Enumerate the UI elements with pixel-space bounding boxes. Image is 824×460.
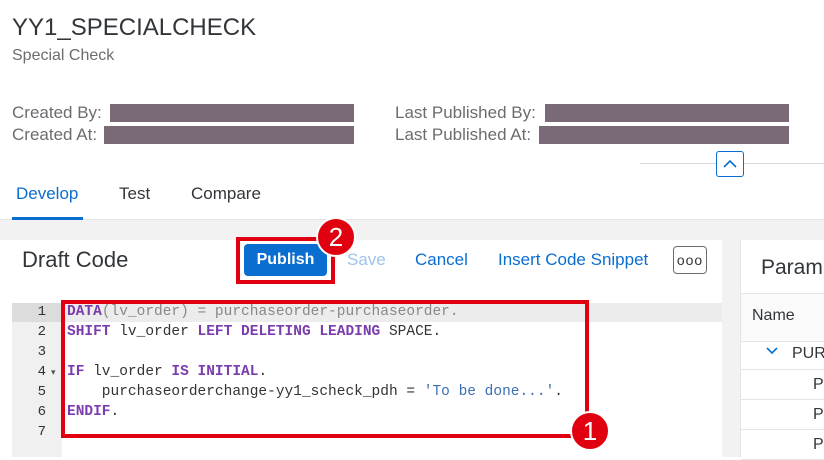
insert-code-snippet-button[interactable]: Insert Code Snippet [498, 250, 648, 270]
row-label: P [813, 376, 824, 393]
column-header-name: Name [752, 307, 795, 324]
collapse-header-button[interactable] [716, 151, 744, 177]
save-button[interactable]: Save [347, 250, 386, 270]
content-background [0, 220, 824, 240]
chevron-down-icon[interactable] [765, 344, 779, 361]
created-by-label: Created By: [12, 103, 102, 122]
line-number: 1 [37, 304, 46, 320]
created-by-value-redacted [110, 104, 354, 122]
draft-code-title: Draft Code [22, 247, 129, 272]
code-highlight-box [61, 300, 589, 438]
row-label: P [813, 406, 824, 423]
page-title: YY1_SPECIALCHECK [12, 14, 257, 41]
line-number: 5 [37, 384, 46, 400]
last-published-by-value-redacted [545, 104, 789, 122]
more-options-button[interactable]: ooo [673, 246, 707, 274]
parameters-title: Param [761, 256, 823, 279]
panel-separator [722, 240, 740, 457]
table-row[interactable] [741, 430, 824, 460]
created-at-value-redacted [104, 126, 354, 144]
header-divider-left [640, 163, 716, 164]
line-number: 6 [37, 404, 46, 420]
line-number: 2 [37, 324, 46, 340]
line-number: 3 [37, 344, 46, 360]
last-published-at-value-redacted [539, 126, 789, 144]
table-row[interactable] [741, 370, 824, 400]
tab-test[interactable]: Test [119, 184, 150, 204]
last-published-by-label: Last Published By: [395, 103, 536, 122]
chevron-up-icon [723, 159, 737, 168]
cancel-button[interactable]: Cancel [415, 250, 468, 270]
row-label: P [813, 436, 824, 453]
fold-toggle-icon[interactable]: ▾ [51, 367, 56, 378]
annotation-badge-1: 1 [570, 411, 610, 451]
created-at-label: Created At: [12, 125, 98, 144]
line-number: 7 [37, 424, 46, 440]
annotation-badge-2: 2 [316, 217, 356, 257]
last-published-at-label: Last Published At: [395, 125, 532, 144]
group-row-label: PUR [792, 345, 824, 362]
line-number: 4 [37, 364, 46, 380]
tab-compare[interactable]: Compare [191, 184, 261, 204]
page-subtitle: Special Check [12, 47, 115, 64]
header-divider-right [744, 163, 824, 164]
table-row[interactable] [741, 400, 824, 430]
tab-develop[interactable]: Develop [16, 184, 78, 204]
